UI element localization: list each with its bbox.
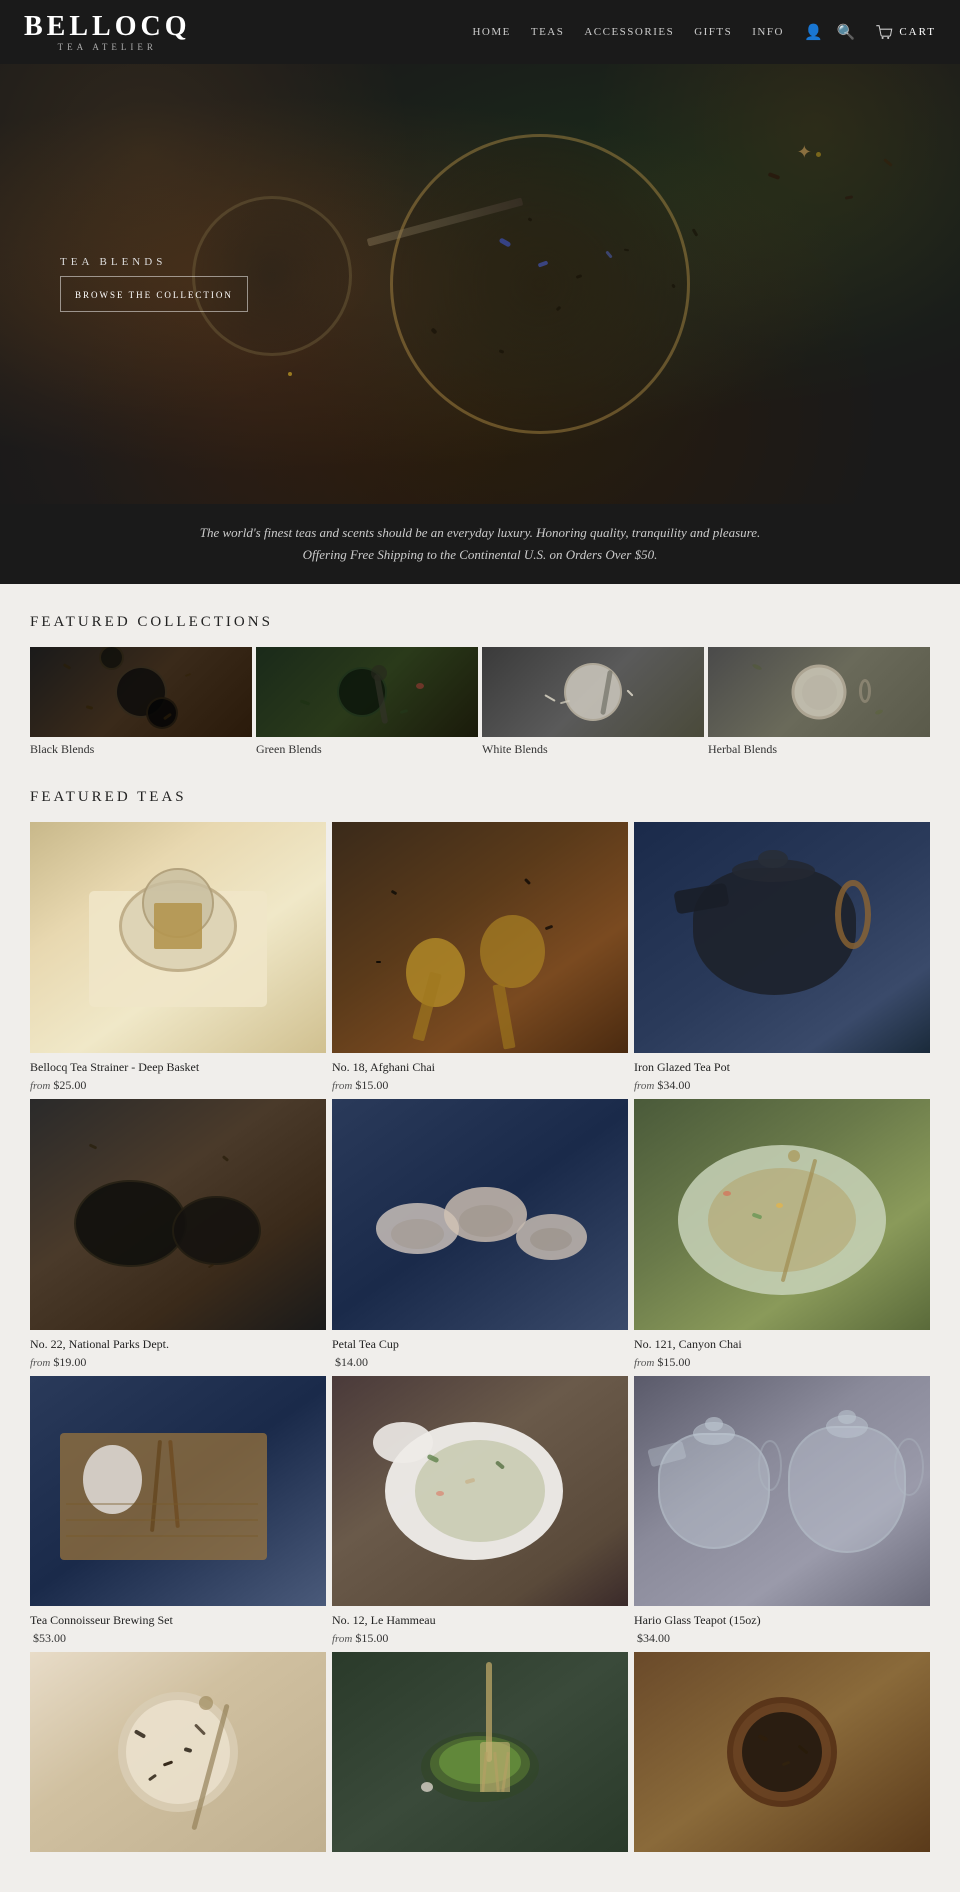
cart-button[interactable]: CART <box>875 25 936 39</box>
collection-black-blends[interactable]: Black Blends <box>30 647 252 757</box>
collection-white-blends[interactable]: White Blends <box>482 647 704 757</box>
tea-canyonchai-img <box>634 1099 930 1330</box>
logo[interactable]: BELLOCQ TEA ATELIER <box>24 13 190 52</box>
tea-lehammeau-img-wrap <box>332 1376 628 1607</box>
nav-teas[interactable]: TEAS <box>531 26 565 38</box>
search-icon[interactable]: 🔍 <box>837 23 856 42</box>
tea-canyonchai-price: from$15.00 <box>634 1355 930 1370</box>
hero-banner: ✦ TEA BLENDS BROWSE THE COLLECTION <box>0 64 960 504</box>
hero-tag: TEA BLENDS <box>60 256 248 268</box>
tea-strainer-name: Bellocq Tea Strainer - Deep Basket <box>30 1059 326 1076</box>
nav-info[interactable]: INFO <box>752 26 784 38</box>
tea-ironteapot-img <box>634 822 930 1053</box>
tea-afghani-img-wrap <box>332 822 628 1053</box>
tea-item-iron-teapot[interactable]: Iron Glazed Tea Pot from$34.00 <box>634 822 930 1093</box>
tea-item-national-parks[interactable]: No. 22, National Parks Dept. from$19.00 <box>30 1099 326 1370</box>
tea-petalcup-price: $14.00 <box>332 1355 628 1370</box>
collection-green-img <box>256 647 478 737</box>
tea-petalcup-name: Petal Tea Cup <box>332 1336 628 1353</box>
tea-petalcup-img <box>332 1099 628 1330</box>
tea-afghani-price: from$15.00 <box>332 1078 628 1093</box>
collections-title: FEATURED COLLECTIONS <box>30 614 930 631</box>
tea-strainer-img <box>30 822 326 1053</box>
nav-home[interactable]: HOME <box>472 26 510 38</box>
tea-petalcup-img-wrap <box>332 1099 628 1330</box>
hero-cta-label: BROWSE THE COLLECTION <box>75 290 233 300</box>
tea-hario-img <box>634 1376 930 1607</box>
tea-ironteapot-img-wrap <box>634 822 930 1053</box>
collection-black-label: Black Blends <box>30 742 252 757</box>
collection-black-img <box>30 647 252 737</box>
navigation: BELLOCQ TEA ATELIER HOME TEAS ACCESSORIE… <box>0 0 960 64</box>
bottom-item-1[interactable] <box>30 1652 326 1852</box>
tea-item-hario[interactable]: Hario Glass Teapot (15oz) $34.00 <box>634 1376 930 1647</box>
nav-links: HOME TEAS ACCESSORIES GIFTS INFO 👤 🔍 CAR… <box>472 23 936 42</box>
collections-grid: Black Blends Green Blends <box>30 647 930 757</box>
tea-item-le-hammeau[interactable]: No. 12, Le Hammeau from$15.00 <box>332 1376 628 1647</box>
tagline-line2: Offering Free Shipping to the Continenta… <box>303 547 658 562</box>
tea-hario-img-wrap <box>634 1376 930 1607</box>
nav-accessories[interactable]: ACCESSORIES <box>584 26 674 38</box>
bottom-item-3[interactable] <box>634 1652 930 1852</box>
tagline: The world's finest teas and scents shoul… <box>40 522 920 566</box>
collection-green-blends[interactable]: Green Blends <box>256 647 478 757</box>
main-content: FEATURED COLLECTIONS Black Blends <box>0 584 960 1892</box>
teas-grid: Bellocq Tea Strainer - Deep Basket from$… <box>30 822 930 1646</box>
tea-item-strainer[interactable]: Bellocq Tea Strainer - Deep Basket from$… <box>30 822 326 1093</box>
tea-ironteapot-name: Iron Glazed Tea Pot <box>634 1059 930 1076</box>
nav-gifts[interactable]: GIFTS <box>694 26 732 38</box>
collection-green-label: Green Blends <box>256 742 478 757</box>
collection-white-img <box>482 647 704 737</box>
hero-cta-button[interactable]: BROWSE THE COLLECTION <box>60 276 248 312</box>
tea-brewingset-price: $53.00 <box>30 1631 326 1646</box>
hero-content: TEA BLENDS BROWSE THE COLLECTION <box>60 256 248 312</box>
hero-background: ✦ TEA BLENDS BROWSE THE COLLECTION <box>0 64 960 504</box>
tea-lehammeau-img <box>332 1376 628 1607</box>
tea-national-name: No. 22, National Parks Dept. <box>30 1336 326 1353</box>
tagline-bar: The world's finest teas and scents shoul… <box>0 504 960 584</box>
tea-hario-name: Hario Glass Teapot (15oz) <box>634 1612 930 1629</box>
tea-national-img-wrap <box>30 1099 326 1330</box>
tea-canyonchai-img-wrap <box>634 1099 930 1330</box>
tea-canyonchai-name: No. 121, Canyon Chai <box>634 1336 930 1353</box>
tea-strainer-img-wrap <box>30 822 326 1053</box>
tea-national-price: from$19.00 <box>30 1355 326 1370</box>
collection-herbal-img <box>708 647 930 737</box>
featured-teas-title: FEATURED TEAS <box>30 789 930 806</box>
cart-label: CART <box>899 26 936 38</box>
collection-white-label: White Blends <box>482 742 704 757</box>
tea-lehammeau-name: No. 12, Le Hammeau <box>332 1612 628 1629</box>
tea-item-brewing-set[interactable]: Tea Connoisseur Brewing Set $53.00 <box>30 1376 326 1647</box>
tea-brewingset-name: Tea Connoisseur Brewing Set <box>30 1612 326 1629</box>
tea-lehammeau-price: from$15.00 <box>332 1631 628 1646</box>
tea-brewingset-img-wrap <box>30 1376 326 1607</box>
logo-brand: BELLOCQ <box>24 13 190 41</box>
tea-item-canyon-chai[interactable]: No. 121, Canyon Chai from$15.00 <box>634 1099 930 1370</box>
tagline-line1: The world's finest teas and scents shoul… <box>200 525 761 540</box>
hero-plate-large <box>390 134 690 434</box>
tea-brewingset-img <box>30 1376 326 1607</box>
bottom-row <box>30 1652 930 1852</box>
collection-herbal-blends[interactable]: Herbal Blends <box>708 647 930 757</box>
tea-item-petal-cup[interactable]: Petal Tea Cup $14.00 <box>332 1099 628 1370</box>
tea-afghani-img <box>332 822 628 1053</box>
tea-hario-price: $34.00 <box>634 1631 930 1646</box>
tea-item-afghani[interactable]: No. 18, Afghani Chai from$15.00 <box>332 822 628 1093</box>
logo-sub: TEA ATELIER <box>24 43 190 52</box>
collection-herbal-label: Herbal Blends <box>708 742 930 757</box>
tea-afghani-name: No. 18, Afghani Chai <box>332 1059 628 1076</box>
bottom-item-2[interactable] <box>332 1652 628 1852</box>
tea-strainer-price: from$25.00 <box>30 1078 326 1093</box>
tea-national-img <box>30 1099 326 1330</box>
nav-icons: 👤 🔍 <box>804 23 855 42</box>
cart-icon <box>875 25 893 39</box>
tea-ironteapot-price: from$34.00 <box>634 1078 930 1093</box>
user-icon[interactable]: 👤 <box>804 23 823 42</box>
